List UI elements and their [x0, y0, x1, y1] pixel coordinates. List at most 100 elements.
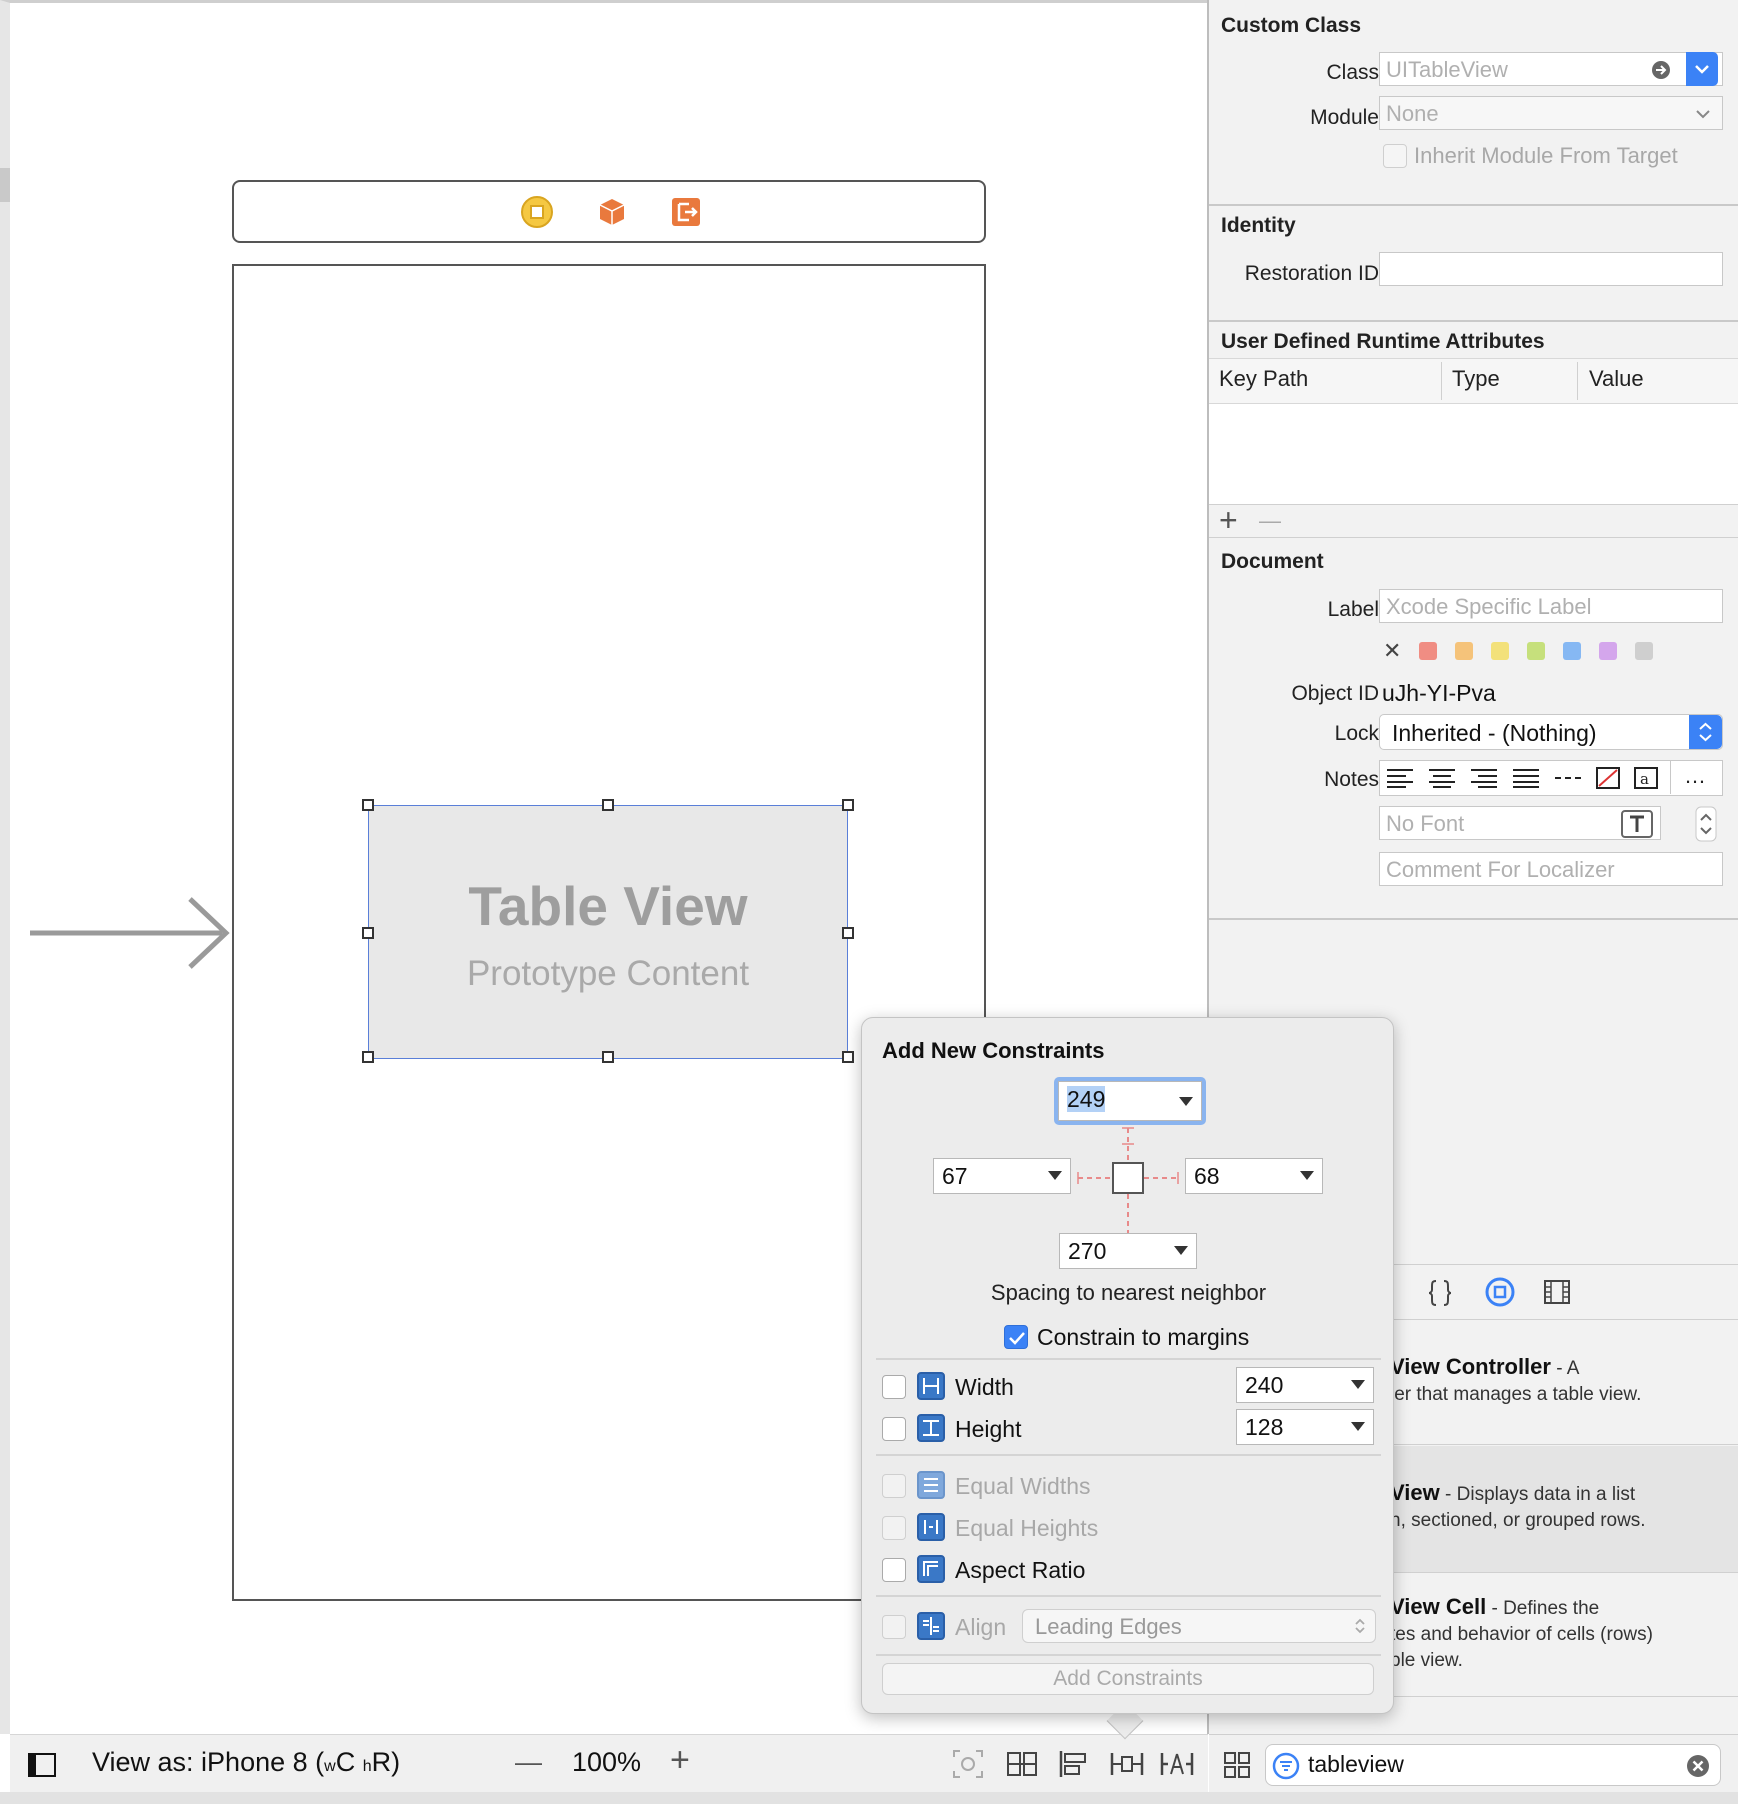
exit-icon[interactable] — [670, 196, 702, 228]
add-attribute-button[interactable]: + — [1219, 502, 1238, 539]
object-id-value: uJh-YI-Pva — [1382, 680, 1496, 706]
resize-handle-tl[interactable] — [362, 799, 374, 811]
aspect-ratio-label: Aspect Ratio — [955, 1557, 1086, 1583]
library-item-table-view[interactable]: View - Displays data in a list n, sectio… — [1390, 1480, 1738, 1534]
label-color-swatch[interactable] — [1563, 642, 1581, 660]
constrain-to-margins-checkbox[interactable] — [1004, 1325, 1028, 1349]
right-spacing-field[interactable]: 68 — [1185, 1158, 1323, 1194]
library-item-table-view-controller[interactable]: View Controller - A ler that manages a t… — [1390, 1354, 1738, 1408]
font-size-stepper-icon[interactable] — [1695, 806, 1717, 842]
resize-handle-b[interactable] — [602, 1051, 614, 1063]
align-center-icon[interactable] — [1426, 767, 1458, 789]
add-new-constraints-icon[interactable] — [1110, 1749, 1144, 1779]
text-color-icon[interactable] — [1594, 765, 1622, 791]
bottom-spacing-field[interactable]: 270 — [1059, 1233, 1197, 1269]
background-color-icon[interactable]: a — [1632, 765, 1660, 791]
view-controller-icon[interactable] — [521, 196, 553, 228]
label-color-swatch[interactable] — [1527, 642, 1545, 660]
natural-alignment-icon[interactable] — [1552, 767, 1584, 789]
add-constraints-button[interactable]: Add Constraints — [882, 1663, 1374, 1695]
constrain-to-margins-label: Constrain to margins — [1037, 1324, 1250, 1350]
type-column[interactable]: Type — [1452, 366, 1500, 392]
align-value: Leading Edges — [1035, 1614, 1182, 1639]
aspect-ratio-checkbox[interactable] — [882, 1558, 906, 1582]
width-value-field[interactable]: 240 — [1236, 1367, 1374, 1403]
update-frames-icon[interactable] — [952, 1749, 984, 1779]
clear-color-button[interactable]: ✕ — [1383, 638, 1401, 664]
resize-handle-br[interactable] — [842, 1051, 854, 1063]
view-as-device[interactable]: View as: iPhone 8 (wC hR) — [92, 1747, 400, 1778]
entry-point-arrow[interactable] — [30, 895, 230, 971]
restoration-id-field[interactable] — [1379, 252, 1723, 286]
align-popup[interactable]: Leading Edges — [1022, 1609, 1376, 1643]
align-left-icon[interactable] — [1384, 767, 1416, 789]
comment-for-localizer-field[interactable]: Comment For Localizer — [1379, 852, 1723, 886]
table-view[interactable]: Table View Prototype Content — [362, 799, 854, 1063]
document-outline-toggle-icon[interactable] — [28, 1753, 56, 1777]
height-value-field[interactable]: 128 — [1236, 1409, 1374, 1445]
xcode-label-field[interactable]: Xcode Specific Label — [1379, 589, 1723, 623]
dropdown-arrow-icon[interactable] — [1174, 1246, 1188, 1255]
size-class-w: w — [324, 1758, 336, 1775]
library-item-desc: ler that manages a table view. — [1390, 1384, 1642, 1405]
class-dropdown-button[interactable] — [1686, 52, 1718, 86]
lock-popup[interactable]: Inherited - (Nothing) — [1379, 714, 1723, 750]
code-snippet-icon[interactable] — [1427, 1279, 1453, 1307]
first-responder-icon[interactable] — [596, 196, 628, 228]
runtime-attributes-footer — [1209, 504, 1738, 538]
inherit-module-checkbox[interactable] — [1383, 144, 1407, 168]
embed-in-stack-icon[interactable] — [1006, 1749, 1038, 1779]
resolve-auto-layout-issues-icon[interactable] — [1160, 1749, 1194, 1779]
remove-attribute-button[interactable]: — — [1259, 508, 1281, 534]
zoom-out-button[interactable]: — — [515, 1747, 542, 1778]
value-column[interactable]: Value — [1589, 366, 1644, 392]
dropdown-arrow-icon[interactable] — [1351, 1380, 1365, 1389]
dropdown-arrow-icon[interactable] — [1179, 1097, 1193, 1106]
divider — [876, 1595, 1381, 1597]
custom-class-title: Custom Class — [1221, 14, 1362, 37]
dropdown-arrow-icon[interactable] — [1351, 1422, 1365, 1431]
label-color-swatch[interactable] — [1455, 642, 1473, 660]
top-spacing-field[interactable]: 249 — [1058, 1081, 1202, 1121]
grid-view-icon[interactable] — [1223, 1751, 1251, 1779]
library-item-desc: n, sectioned, or grouped rows. — [1390, 1510, 1646, 1531]
identity-title: Identity — [1221, 214, 1296, 237]
dropdown-arrow-icon[interactable] — [1300, 1171, 1314, 1180]
align-right-icon[interactable] — [1468, 767, 1500, 789]
media-library-icon[interactable] — [1543, 1279, 1571, 1305]
height-checkbox[interactable] — [882, 1417, 906, 1441]
clear-filter-icon[interactable] — [1686, 1754, 1710, 1778]
library-item-table-view-cell[interactable]: View Cell - Defines the tes and behavior… — [1390, 1594, 1738, 1674]
resize-handle-bl[interactable] — [362, 1051, 374, 1063]
resize-handle-tr[interactable] — [842, 799, 854, 811]
label-color-swatch[interactable] — [1491, 642, 1509, 660]
go-to-class-icon[interactable] — [1651, 60, 1671, 80]
dropdown-arrow-icon[interactable] — [1048, 1171, 1062, 1180]
label-color-swatch[interactable] — [1635, 642, 1653, 660]
object-library-icon[interactable] — [1485, 1277, 1515, 1307]
resize-handle-t[interactable] — [602, 799, 614, 811]
runtime-attributes-table[interactable] — [1209, 404, 1738, 504]
justify-icon[interactable] — [1510, 767, 1542, 789]
key-path-column[interactable]: Key Path — [1219, 366, 1308, 392]
library-filter-field[interactable]: tableview — [1265, 1744, 1721, 1786]
align-checkbox[interactable] — [882, 1615, 906, 1639]
equal-widths-checkbox[interactable] — [882, 1474, 906, 1498]
resize-handle-r[interactable] — [842, 927, 854, 939]
font-field[interactable]: No Font — [1379, 806, 1661, 840]
font-picker-icon[interactable] — [1621, 810, 1653, 838]
library-item-desc: - Displays data in a list — [1439, 1484, 1636, 1505]
label-color-swatch[interactable] — [1419, 642, 1437, 660]
zoom-in-button[interactable]: + — [670, 1741, 690, 1780]
more-options-button[interactable]: … — [1684, 763, 1706, 789]
width-checkbox[interactable] — [882, 1375, 906, 1399]
divider — [876, 1654, 1381, 1656]
class-field[interactable]: UITableView — [1379, 52, 1723, 86]
equal-heights-checkbox[interactable] — [882, 1516, 906, 1540]
label-color-swatch[interactable] — [1599, 642, 1617, 660]
lock-stepper[interactable] — [1689, 715, 1722, 749]
align-icon[interactable] — [1058, 1749, 1090, 1779]
resize-handle-l[interactable] — [362, 927, 374, 939]
module-field[interactable]: None — [1379, 96, 1723, 130]
left-spacing-field[interactable]: 67 — [933, 1158, 1071, 1194]
